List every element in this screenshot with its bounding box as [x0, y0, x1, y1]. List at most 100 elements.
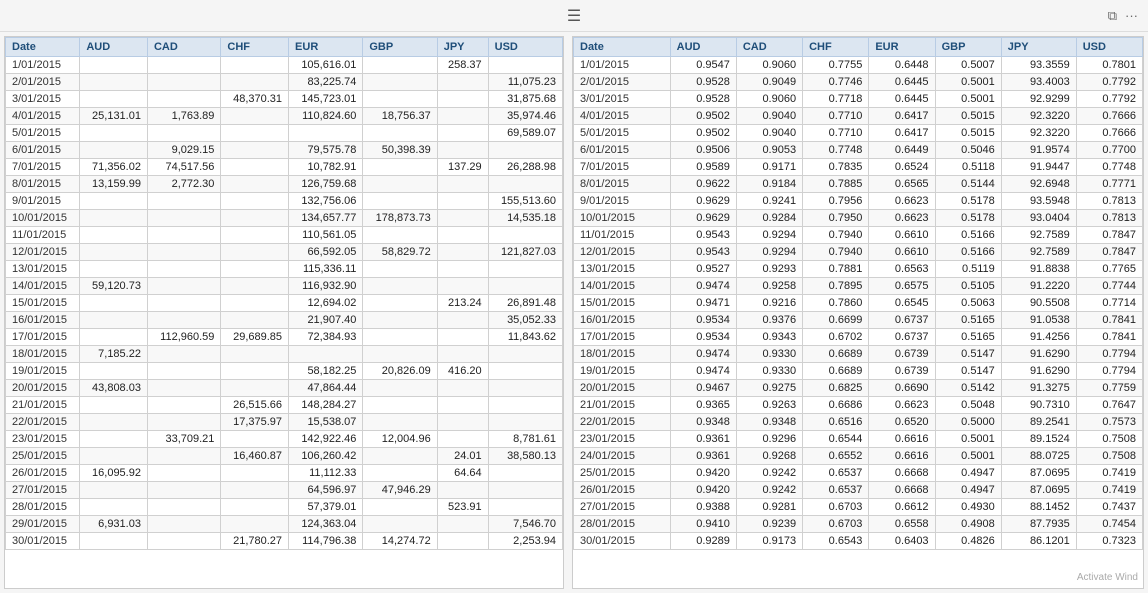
right-cell-r7-c4: 0.6565	[869, 176, 935, 193]
left-cell-r15-c7: 35,052.33	[488, 312, 562, 329]
right-cell-r28-c2: 0.9173	[736, 533, 802, 550]
table-row: 30/01/201521,780.27114,796.3814,274.722,…	[6, 533, 563, 550]
right-cell-r17-c1: 0.9474	[670, 346, 736, 363]
left-cell-r7-c6	[437, 176, 488, 193]
left-cell-r9-c7: 14,535.18	[488, 210, 562, 227]
table-row: 18/01/20150.94740.93300.66890.67390.5147…	[574, 346, 1143, 363]
left-cell-r4-c7: 69,589.07	[488, 125, 562, 142]
left-cell-r7-c3	[221, 176, 289, 193]
right-cell-r0-c3: 0.7755	[803, 57, 869, 74]
right-cell-r12-c6: 91.8838	[1001, 261, 1076, 278]
left-cell-r10-c1	[80, 227, 148, 244]
right-cell-r3-c6: 92.3220	[1001, 108, 1076, 125]
left-cell-r2-c6	[437, 91, 488, 108]
left-cell-r8-c7: 155,513.60	[488, 193, 562, 210]
table-row: 15/01/201512,694.02213.2426,891.48	[6, 295, 563, 312]
left-cell-r24-c6: 64.64	[437, 465, 488, 482]
left-cell-r24-c2	[147, 465, 220, 482]
right-cell-r7-c6: 92.6948	[1001, 176, 1076, 193]
left-cell-r4-c2	[147, 125, 220, 142]
right-col-header-gbp: GBP	[935, 38, 1001, 57]
right-cell-r28-c7: 0.7323	[1076, 533, 1142, 550]
right-cell-r21-c7: 0.7573	[1076, 414, 1142, 431]
right-cell-r5-c0: 6/01/2015	[574, 142, 671, 159]
right-cell-r3-c4: 0.6417	[869, 108, 935, 125]
left-cell-r3-c7: 35,974.46	[488, 108, 562, 125]
right-cell-r13-c2: 0.9258	[736, 278, 802, 295]
right-cell-r23-c2: 0.9268	[736, 448, 802, 465]
left-cell-r4-c3	[221, 125, 289, 142]
right-cell-r15-c6: 91.0538	[1001, 312, 1076, 329]
right-cell-r25-c3: 0.6537	[803, 482, 869, 499]
right-cell-r16-c1: 0.9534	[670, 329, 736, 346]
left-col-header-chf: CHF	[221, 38, 289, 57]
table-row: 3/01/20150.95280.90600.77180.64450.50019…	[574, 91, 1143, 108]
table-row: 26/01/201516,095.9211,112.3364.64	[6, 465, 563, 482]
table-row: 9/01/20150.96290.92410.79560.66230.51789…	[574, 193, 1143, 210]
right-cell-r22-c7: 0.7508	[1076, 431, 1142, 448]
restore-icon[interactable]: ⧉	[1108, 8, 1117, 24]
right-cell-r18-c3: 0.6689	[803, 363, 869, 380]
right-cell-r10-c4: 0.6610	[869, 227, 935, 244]
left-cell-r18-c4: 58,182.25	[289, 363, 363, 380]
right-cell-r21-c3: 0.6516	[803, 414, 869, 431]
table-row: 20/01/201543,808.0347,864.44	[6, 380, 563, 397]
left-cell-r13-c6	[437, 278, 488, 295]
right-cell-r1-c5: 0.5001	[935, 74, 1001, 91]
more-icon[interactable]: ···	[1125, 8, 1138, 23]
left-cell-r15-c0: 16/01/2015	[6, 312, 80, 329]
left-cell-r22-c2: 33,709.21	[147, 431, 220, 448]
right-cell-r10-c5: 0.5166	[935, 227, 1001, 244]
left-cell-r7-c5	[363, 176, 437, 193]
right-cell-r22-c1: 0.9361	[670, 431, 736, 448]
right-cell-r21-c0: 22/01/2015	[574, 414, 671, 431]
right-cell-r15-c7: 0.7841	[1076, 312, 1142, 329]
left-cell-r17-c4	[289, 346, 363, 363]
left-cell-r19-c0: 20/01/2015	[6, 380, 80, 397]
right-cell-r9-c5: 0.5178	[935, 210, 1001, 227]
left-cell-r20-c3: 26,515.66	[221, 397, 289, 414]
right-cell-r27-c3: 0.6703	[803, 516, 869, 533]
left-cell-r10-c5	[363, 227, 437, 244]
right-cell-r15-c3: 0.6699	[803, 312, 869, 329]
left-cell-r22-c1	[80, 431, 148, 448]
left-cell-r10-c0: 11/01/2015	[6, 227, 80, 244]
right-col-header-eur: EUR	[869, 38, 935, 57]
right-cell-r12-c4: 0.6563	[869, 261, 935, 278]
right-cell-r23-c4: 0.6616	[869, 448, 935, 465]
left-cell-r6-c1: 71,356.02	[80, 159, 148, 176]
right-cell-r14-c7: 0.7714	[1076, 295, 1142, 312]
right-cell-r9-c1: 0.9629	[670, 210, 736, 227]
table-row: 6/01/20150.95060.90530.77480.64490.50469…	[574, 142, 1143, 159]
left-cell-r16-c7: 11,843.62	[488, 329, 562, 346]
right-cell-r23-c6: 88.0725	[1001, 448, 1076, 465]
left-cell-r5-c4: 79,575.78	[289, 142, 363, 159]
table-row: 8/01/20150.96220.91840.78850.65650.51449…	[574, 176, 1143, 193]
right-cell-r26-c2: 0.9281	[736, 499, 802, 516]
right-cell-r23-c5: 0.5001	[935, 448, 1001, 465]
right-cell-r14-c3: 0.7860	[803, 295, 869, 312]
left-cell-r28-c6	[437, 533, 488, 550]
left-cell-r24-c7	[488, 465, 562, 482]
right-cell-r2-c7: 0.7792	[1076, 91, 1142, 108]
menu-icon[interactable]: ☰	[567, 6, 581, 26]
right-cell-r18-c0: 19/01/2015	[574, 363, 671, 380]
right-cell-r25-c6: 87.0695	[1001, 482, 1076, 499]
left-cell-r5-c1	[80, 142, 148, 159]
table-row: 22/01/20150.93480.93480.65160.65200.5000…	[574, 414, 1143, 431]
left-cell-r12-c3	[221, 261, 289, 278]
left-cell-r26-c0: 28/01/2015	[6, 499, 80, 516]
left-cell-r28-c2	[147, 533, 220, 550]
left-cell-r11-c1	[80, 244, 148, 261]
left-cell-r7-c0: 8/01/2015	[6, 176, 80, 193]
right-table-container[interactable]: DateAUDCADCHFEURGBPJPYUSD 1/01/20150.954…	[572, 36, 1144, 589]
left-cell-r28-c7: 2,253.94	[488, 533, 562, 550]
left-cell-r11-c0: 12/01/2015	[6, 244, 80, 261]
right-cell-r5-c3: 0.7748	[803, 142, 869, 159]
left-cell-r8-c1	[80, 193, 148, 210]
right-cell-r9-c4: 0.6623	[869, 210, 935, 227]
left-cell-r7-c1: 13,159.99	[80, 176, 148, 193]
left-table-container[interactable]: DateAUDCADCHFEURGBPJPYUSD 1/01/2015105,6…	[4, 36, 564, 589]
right-cell-r0-c1: 0.9547	[670, 57, 736, 74]
right-cell-r18-c1: 0.9474	[670, 363, 736, 380]
